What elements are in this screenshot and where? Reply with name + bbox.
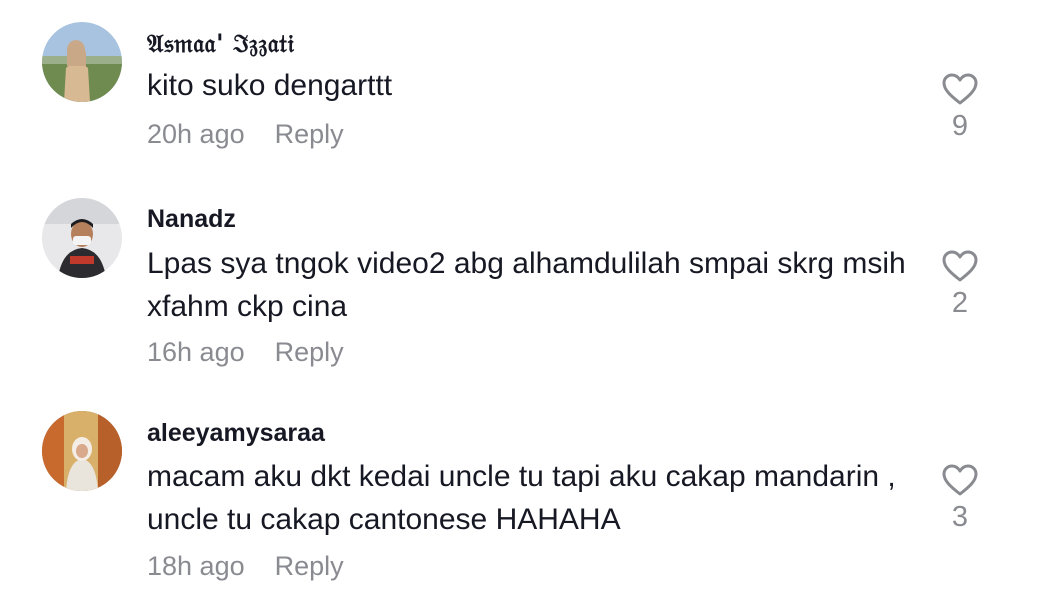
avatar-image [42,198,122,278]
avatar-image [42,22,122,102]
reply-button[interactable]: Reply [275,119,344,149]
like-count: 2 [951,287,969,319]
avatar[interactable] [42,411,122,491]
like-button[interactable]: 9 [938,72,982,143]
heart-outline-icon [942,250,978,282]
like-count: 9 [951,110,969,142]
like-count: 3 [951,501,969,533]
avatar[interactable] [42,198,122,278]
reply-button[interactable]: Reply [275,551,344,581]
comment-timestamp: 18h ago [147,551,245,581]
avatar[interactable] [42,22,122,102]
like-button[interactable]: 2 [938,249,982,320]
comment-meta: 16h ago Reply [147,337,344,368]
comment-text: kito suko dengarttt [147,69,393,102]
comment-username[interactable]: Nanadz [147,205,236,234]
reply-button[interactable]: Reply [275,337,344,367]
comment-timestamp: 16h ago [147,337,245,367]
comment-timestamp: 20h ago [147,119,245,149]
comment-meta: 20h ago Reply [147,119,344,150]
comment-username[interactable]: 𝔄𝔰𝔪𝔞𝔞' ℑ𝔷𝔷𝔞𝔱𝔦 [147,29,294,59]
heart-outline-icon [942,73,978,105]
comment-text: macam aku dkt kedai uncle tu tapi aku ca… [147,460,896,536]
comment-meta: 18h ago Reply [147,551,344,582]
comment-text: Lpas sya tngok video2 abg alhamdulilah s… [147,247,906,323]
comment-username[interactable]: aleeyamysaraa [147,419,325,448]
like-button[interactable]: 3 [938,463,982,534]
avatar-image [42,411,122,491]
heart-outline-icon [942,464,978,496]
